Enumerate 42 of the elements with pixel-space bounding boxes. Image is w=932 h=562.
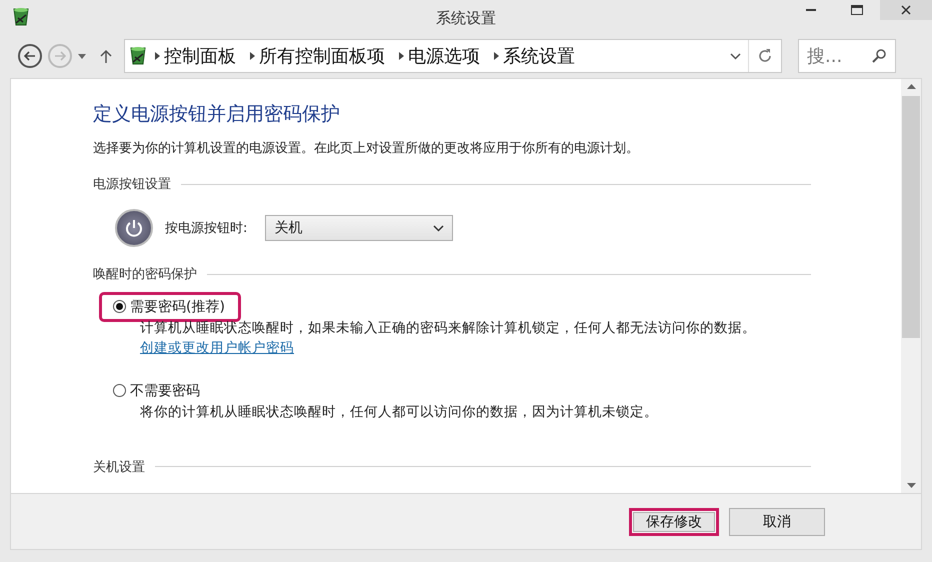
chevron-right-icon: [155, 52, 160, 60]
address-bar[interactable]: 控制面板 所有控制面板项 电源选项 系统设置: [124, 39, 782, 73]
chevron-right-icon: [494, 52, 499, 60]
section-header: 关机设置: [93, 458, 145, 476]
field-label: 按电源按钮时:: [165, 220, 248, 237]
up-arrow-icon[interactable]: [100, 49, 112, 63]
change-password-link[interactable]: 创建或更改用户帐户密码: [140, 340, 294, 356]
radio-label[interactable]: 需要密码(推荐): [130, 298, 225, 316]
scrollbar-thumb[interactable]: [902, 96, 920, 338]
power-icon: [115, 209, 153, 247]
chevron-right-icon: [399, 52, 404, 60]
scroll-down-arrow[interactable]: [906, 483, 916, 488]
section-header: 电源按钮设置: [93, 176, 171, 193]
breadcrumb-item[interactable]: 电源选项: [408, 44, 480, 68]
option-description: 将你的计算机从睡眠状态唤醒时，任何人都可以访问你的数据，因为计算机未锁定。: [140, 402, 659, 422]
left-arrow-icon: [24, 51, 36, 61]
save-button[interactable]: 保存修改: [629, 508, 719, 536]
window-title: 系统设置: [436, 8, 496, 28]
close-icon: [901, 5, 911, 15]
power-action-dropdown[interactable]: 关机: [265, 215, 454, 241]
caret-icon[interactable]: [78, 54, 86, 58]
option-description: 计算机从睡眠状态唤醒时，如果未输入正确的密码来解除计算机锁定，任何人都无法访问你的数据。 创建或更改用户帐户密码: [140, 318, 757, 358]
back-button[interactable]: [18, 44, 42, 68]
breadcrumb-item[interactable]: 所有控制面板项: [259, 44, 385, 68]
radio-label[interactable]: 不需要密码: [130, 382, 200, 400]
close-button[interactable]: [880, 0, 932, 20]
minimize-icon: [806, 9, 816, 11]
cancel-button[interactable]: 取消: [729, 508, 825, 536]
radio-button[interactable]: [113, 300, 126, 313]
maximize-icon: [851, 5, 863, 15]
breadcrumb-item[interactable]: 控制面板: [164, 44, 236, 68]
breadcrumb-item[interactable]: 系统设置: [503, 44, 575, 68]
scroll-up-arrow[interactable]: [906, 84, 916, 89]
radio-button[interactable]: [113, 384, 126, 397]
search-field[interactable]: 搜...: [798, 39, 896, 73]
chevron-right-icon: [250, 52, 255, 60]
right-arrow-icon: [54, 51, 66, 61]
page-heading: 定义电源按钮并启用密码保护: [93, 102, 341, 127]
search-icon[interactable]: [872, 49, 886, 63]
section-header: 唤醒时的密码保护: [93, 266, 197, 283]
intro-text: 选择要为你的计算机设置的电源设置。在此页上对设置所做的更改将应用于你所有的电源计划。: [93, 140, 640, 157]
chevron-down-icon: [433, 224, 444, 232]
